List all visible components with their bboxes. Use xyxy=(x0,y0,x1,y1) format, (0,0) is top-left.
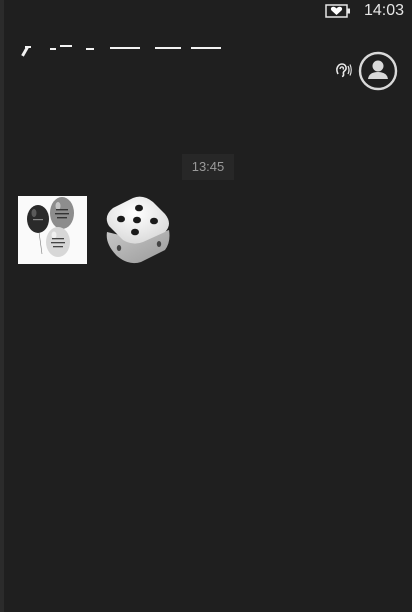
message-timestamp: 13:45 xyxy=(182,154,234,180)
clock: 14:03 xyxy=(364,2,405,19)
balloons-image xyxy=(18,196,87,264)
chat-screen: 14:03 13:45 xyxy=(0,0,412,612)
balloons-sticker-image[interactable] xyxy=(18,196,87,264)
battery-heart-icon xyxy=(325,4,350,18)
status-bar: 14:03 xyxy=(0,0,412,24)
ear-icon[interactable] xyxy=(334,61,352,79)
person-avatar-icon[interactable] xyxy=(358,51,398,91)
left-edge xyxy=(0,0,4,612)
dice-sticker[interactable] xyxy=(99,192,173,268)
contact-name[interactable] xyxy=(20,40,225,57)
